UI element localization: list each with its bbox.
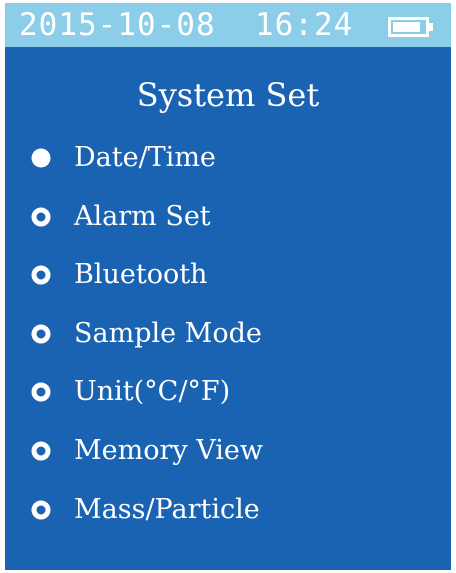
menu-item-label: Bluetooth [74, 259, 208, 291]
menu-item-mass-particle[interactable]: Mass/Particle [5, 491, 451, 550]
device-screen: 2015-10-08 16:24 System Set Date/Time Al… [5, 3, 451, 570]
radio-unselected-icon [31, 500, 51, 520]
radio-unselected-icon [31, 265, 51, 285]
radio-unselected-icon [31, 324, 51, 344]
menu-item-label: Unit(°C/°F) [74, 376, 231, 408]
radio-unselected-icon [31, 441, 51, 461]
menu-item-alarm-set[interactable]: Alarm Set [5, 198, 451, 257]
menu-item-memory-view[interactable]: Memory View [5, 432, 451, 491]
menu-item-label: Alarm Set [74, 200, 211, 232]
menu-item-label: Memory View [74, 434, 263, 466]
datetime-display: 2015-10-08 16:24 [19, 7, 354, 43]
status-bar: 2015-10-08 16:24 [5, 3, 451, 47]
menu-item-unit[interactable]: Unit(°C/°F) [5, 373, 451, 432]
radio-selected-icon [31, 148, 51, 168]
page-title: System Set [136, 76, 320, 114]
menu-item-label: Sample Mode [74, 317, 262, 349]
menu-item-bluetooth[interactable]: Bluetooth [5, 256, 451, 315]
menu-item-label: Date/Time [74, 142, 216, 173]
settings-menu: Date/Time Alarm Set Bluetooth Sample Mod… [5, 139, 451, 549]
menu-item-sample-mode[interactable]: Sample Mode [5, 315, 451, 374]
menu-item-date-time[interactable]: Date/Time [5, 139, 451, 198]
menu-item-label: Mass/Particle [74, 493, 260, 525]
radio-unselected-icon [31, 382, 51, 402]
radio-unselected-icon [31, 207, 51, 227]
battery-icon [388, 17, 433, 37]
